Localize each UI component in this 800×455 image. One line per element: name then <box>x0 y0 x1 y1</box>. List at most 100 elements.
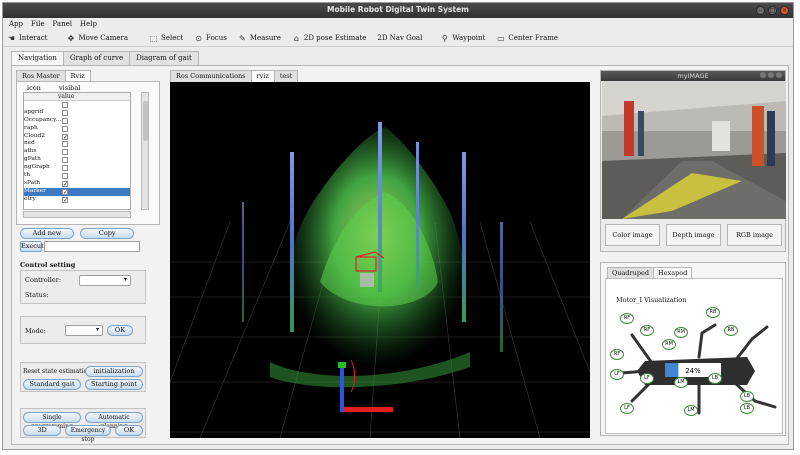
3d-button[interactable]: 3D <box>23 425 61 436</box>
window-minimize-icon[interactable] <box>760 72 766 78</box>
display-row[interactable]: etry ✓ <box>24 196 130 204</box>
display-name: gPath <box>24 156 41 163</box>
display-row[interactable]: gPath <box>24 156 130 164</box>
emergency-stop-button[interactable]: Emergency stop <box>65 425 111 443</box>
display-row[interactable]: apgrid <box>24 109 130 117</box>
visibility-checkbox[interactable] <box>62 165 68 172</box>
move-camera-tool[interactable]: ✥ Move Camera <box>66 34 128 43</box>
starting-point-button[interactable]: Starting point <box>85 379 143 390</box>
interact-label: Interact <box>19 34 48 42</box>
displays-scrollbar[interactable] <box>141 92 149 210</box>
menu-help[interactable]: Help <box>80 20 97 28</box>
controller-select[interactable]: ▾ <box>79 275 131 286</box>
single-programming-button[interactable]: Single programming <box>23 412 81 430</box>
display-row[interactable]: sPath ✓ <box>24 180 130 188</box>
standard-gait-button[interactable]: Standard gait <box>23 379 81 390</box>
menu-app[interactable]: App <box>9 20 23 28</box>
visibility-checkbox[interactable] <box>62 141 68 148</box>
visibility-checkbox[interactable]: ✓ <box>62 133 68 140</box>
leg-label-lf-bot: LF <box>620 403 634 414</box>
focus-tool[interactable]: ⊙ Focus <box>194 34 227 43</box>
reset-state-label: Reset state estimation <box>23 368 91 375</box>
center-frame-tool[interactable]: ▭ Center Frame <box>496 34 558 43</box>
visibility-checkbox[interactable] <box>62 157 68 164</box>
visibility-checkbox[interactable] <box>62 109 68 116</box>
chevron-down-icon: ▾ <box>95 326 99 333</box>
control-setting-title: Control setting <box>20 261 76 269</box>
display-row[interactable]: Marker ✓ <box>24 187 130 196</box>
tab-quadruped[interactable]: Quadruped <box>607 267 655 278</box>
focus-icon: ⊙ <box>195 33 202 43</box>
pose-icon: ⌂ <box>293 33 299 43</box>
rgb-image-button[interactable]: RGB image <box>727 224 782 246</box>
display-name: th <box>24 172 31 179</box>
menu-panel[interactable]: Panel <box>53 20 72 28</box>
add-new-button[interactable]: Add new <box>20 228 74 239</box>
status-label: Status: <box>25 291 49 299</box>
displays-hscrollbar[interactable] <box>23 211 131 218</box>
visibility-checkbox[interactable] <box>62 125 68 132</box>
display-row[interactable]: Occupancy... <box>24 117 130 125</box>
visibility-checkbox[interactable] <box>62 149 68 156</box>
close-icon[interactable]: × <box>780 6 789 15</box>
rviz-3d-view[interactable] <box>169 82 591 439</box>
tab-rviz-left[interactable]: Rviz <box>64 70 91 81</box>
select-box-icon: ⬚ <box>149 33 158 43</box>
visibility-checkbox[interactable]: ✓ <box>62 180 68 187</box>
tab-hexapod[interactable]: Hexapod <box>653 267 693 278</box>
maximize-icon[interactable]: □ <box>768 6 777 15</box>
display-row[interactable]: raph <box>24 125 130 133</box>
tab-test[interactable]: test <box>273 70 299 82</box>
tab-rviz[interactable]: rviz <box>250 70 275 82</box>
point-cloud-view[interactable] <box>169 82 591 439</box>
mode-ok-button[interactable]: OK <box>107 325 133 336</box>
minimize-icon[interactable]: – <box>756 6 765 15</box>
tab-diagram-of-gait[interactable]: Diagram of gait <box>129 51 199 65</box>
display-row[interactable]: aths <box>24 148 130 156</box>
execute-input[interactable] <box>44 241 141 252</box>
display-row[interactable]: ned <box>24 140 130 148</box>
window-close-icon[interactable] <box>776 72 782 78</box>
display-row[interactable]: th <box>24 172 130 180</box>
copy-button[interactable]: Copy <box>80 228 135 239</box>
display-row[interactable]: ngGraph <box>24 164 130 172</box>
display-name: aths <box>24 148 37 155</box>
mode-select[interactable]: ▾ <box>65 325 103 336</box>
initialization-button[interactable]: initialization <box>85 366 143 377</box>
visibility-checkbox[interactable]: ✓ <box>62 188 68 195</box>
select-tool[interactable]: ⬚ Select <box>149 34 183 43</box>
interact-tool[interactable]: ☚ Interact <box>7 33 48 43</box>
visibility-checkbox[interactable] <box>62 173 68 180</box>
toolbar: ☚ Interact ✥ Move Camera ⬚ Select ⊙ Focus ✎ M… <box>3 30 793 47</box>
tab-ros-master[interactable]: Ros Master <box>16 70 66 81</box>
depth-image-button[interactable]: Depth image <box>666 224 721 246</box>
measure-tool[interactable]: ✎ Measure <box>238 34 281 43</box>
execute-button[interactable]: Execute <box>20 241 48 252</box>
nav-goal-tool[interactable]: 2D Nav Goal <box>377 34 422 42</box>
menu-file[interactable]: File <box>31 20 44 28</box>
leg-label-rm-top: RM <box>674 327 688 338</box>
center-panel: Ros Communications rviz test <box>169 70 591 442</box>
window-maximize-icon[interactable] <box>768 72 774 78</box>
navigation-page: Ros Master Rviz icon visibal value apgri… <box>11 65 789 445</box>
tab-navigation[interactable]: Navigation <box>11 51 64 65</box>
point-cloud <box>242 122 503 388</box>
image-window: myIMAGE Color image Depth image RGB imag… <box>600 70 786 252</box>
color-image-button[interactable]: Color image <box>605 224 660 246</box>
app-window: Mobile Robot Digital Twin System – □ × A… <box>2 2 794 450</box>
visibility-checkbox[interactable]: ✓ <box>62 196 68 203</box>
camera-move-icon: ✥ <box>67 33 75 43</box>
display-row[interactable]: Cloud2 ✓ <box>24 133 130 141</box>
visibility-checkbox[interactable] <box>62 102 68 108</box>
pose-estimate-tool[interactable]: ⌂ 2D pose Estimate <box>292 33 367 43</box>
visibility-checkbox[interactable] <box>62 117 68 124</box>
planning-ok-button[interactable]: OK <box>115 425 143 436</box>
waypoint-tool[interactable]: ⚲ Waypoint <box>440 34 485 43</box>
automatic-planning-button[interactable]: Automatic planning <box>85 412 143 430</box>
display-row[interactable] <box>24 101 130 109</box>
focus-label: Focus <box>206 34 227 42</box>
tab-graph-of-curve[interactable]: Graph of curve <box>62 51 131 65</box>
display-name: Cloud2 <box>24 132 45 139</box>
hand-icon: ☚ <box>7 33 16 43</box>
tab-ros-communications[interactable]: Ros Communications <box>170 70 252 82</box>
